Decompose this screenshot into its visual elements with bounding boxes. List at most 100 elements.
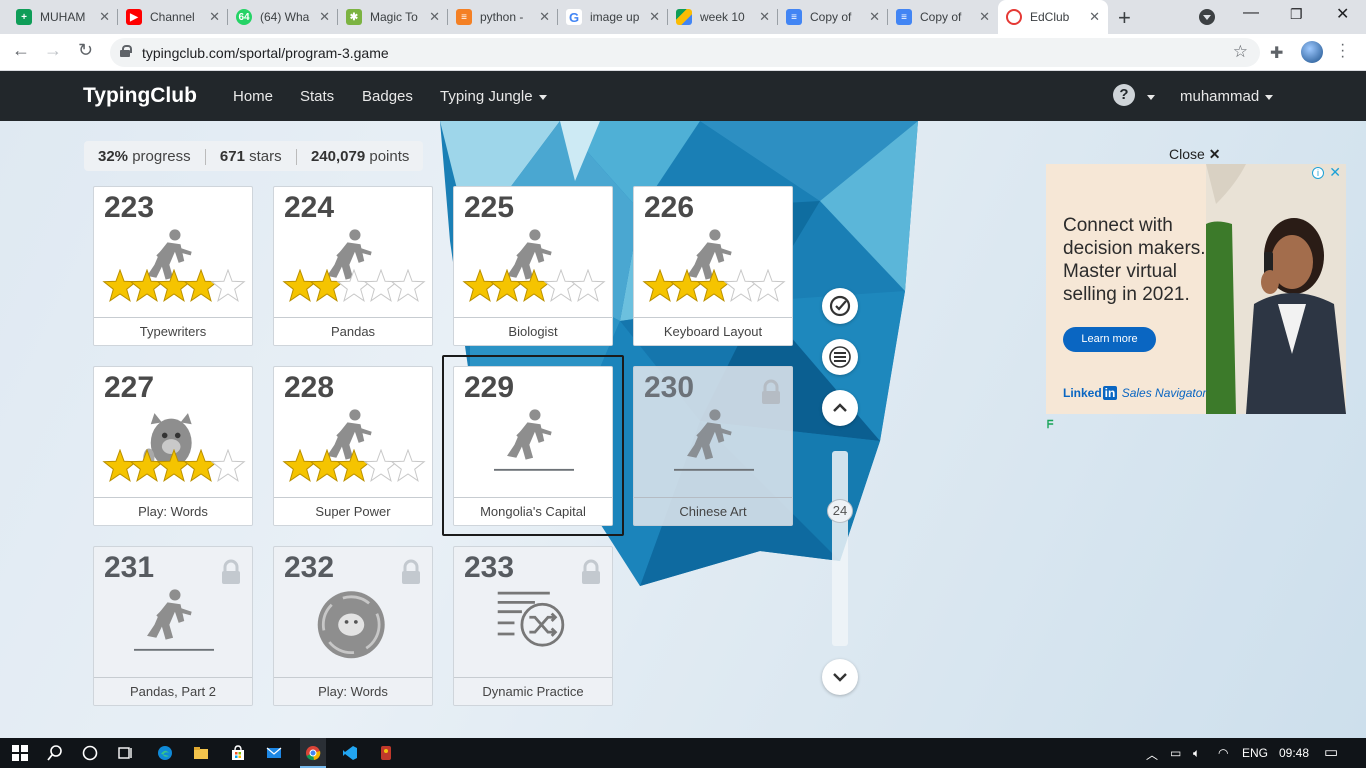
browser-tab[interactable]: ≡ python - ✕ — [448, 0, 558, 34]
scroll-position-indicator[interactable]: 24 — [827, 499, 853, 523]
scroll-up-button[interactable] — [822, 390, 858, 426]
user-menu[interactable]: muhammad — [1180, 88, 1274, 105]
freestar-icon[interactable]: ᖴ — [1047, 419, 1054, 432]
lesson-number: 226 — [644, 191, 695, 224]
lesson-title: Pandas — [274, 317, 432, 345]
close-tab-icon[interactable]: ✕ — [869, 9, 880, 25]
file-explorer-icon[interactable] — [193, 745, 209, 761]
network-battery-icon[interactable]: ▭ — [1170, 746, 1181, 760]
input-language[interactable]: ENG — [1242, 746, 1268, 760]
lesson-card-225[interactable]: 225 Biologist — [453, 186, 613, 346]
lesson-card-228[interactable]: 228 Super Power — [273, 366, 433, 526]
browser-tab[interactable]: 64 (64) Wha ✕ — [228, 0, 338, 34]
lesson-number: 232 — [284, 551, 335, 584]
new-tab-button[interactable]: + — [1118, 5, 1131, 31]
completed-filter-button[interactable] — [822, 288, 858, 324]
lesson-title: Pandas, Part 2 — [94, 677, 252, 705]
google-docs-icon: ≡ — [896, 9, 912, 25]
minimize-button[interactable]: — — [1243, 4, 1259, 22]
scroll-down-button[interactable] — [822, 659, 858, 695]
lock-icon — [222, 559, 240, 584]
nav-typing-jungle[interactable]: Typing Jungle — [440, 88, 547, 105]
task-view-icon[interactable] — [118, 745, 134, 761]
game-ball-icon — [317, 591, 385, 659]
close-tab-icon[interactable]: ✕ — [319, 9, 330, 25]
close-tab-icon[interactable]: ✕ — [209, 9, 220, 25]
nav-stats[interactable]: Stats — [300, 88, 334, 105]
reload-icon[interactable]: ↻ — [78, 40, 93, 61]
windows-start-icon[interactable] — [12, 745, 28, 761]
app-icon[interactable] — [378, 745, 394, 761]
advertisement[interactable]: Connect with decision makers. Master vir… — [1046, 164, 1346, 414]
chevron-down-icon[interactable] — [1147, 95, 1155, 100]
address-bar[interactable]: typingclub.com/sportal/program-3.game ☆ — [110, 38, 1260, 67]
help-icon[interactable]: ? — [1113, 84, 1135, 106]
browser-tab[interactable]: ✱ Magic To ✕ — [338, 0, 448, 34]
lesson-title: Dynamic Practice — [454, 677, 612, 705]
window-close-button[interactable]: ✕ — [1336, 4, 1349, 24]
browser-tab-active[interactable]: EdClub ✕ — [998, 0, 1108, 34]
lesson-card-230[interactable]: 230 Chinese Art — [633, 366, 793, 526]
ad-close-button[interactable]: Close ✕ — [1169, 146, 1220, 163]
microsoft-store-icon[interactable] — [230, 745, 246, 761]
lesson-card-224[interactable]: 224 Pandas — [273, 186, 433, 346]
close-tab-icon[interactable]: ✕ — [429, 9, 440, 25]
lesson-card-226[interactable]: 226 Keyboard Layout — [633, 186, 793, 346]
edclub-icon — [1006, 9, 1022, 25]
back-icon[interactable]: ← — [12, 40, 30, 61]
lesson-map: 32% progress 671 stars 240,079 points 22… — [0, 121, 1366, 738]
adchoices-icon[interactable]: i — [1312, 167, 1324, 179]
lesson-card-231[interactable]: 231 Pandas, Part 2 — [93, 546, 253, 706]
lesson-card-233[interactable]: 233 Dynamic Practice — [453, 546, 613, 706]
mail-icon[interactable] — [266, 745, 282, 761]
close-tab-icon[interactable]: ✕ — [99, 9, 110, 25]
menu-button[interactable] — [822, 339, 858, 375]
bookmark-star-icon[interactable]: ☆ — [1233, 42, 1248, 62]
search-icon[interactable] — [47, 745, 63, 761]
chevron-up-icon[interactable]: ︿ — [1146, 746, 1158, 763]
browser-tab[interactable]: week 10 ✕ — [668, 0, 778, 34]
browser-tab[interactable]: ≡ Copy of ✕ — [888, 0, 998, 34]
extensions-puzzle-icon[interactable]: ✚ — [1270, 43, 1283, 63]
close-tab-icon[interactable]: ✕ — [1089, 9, 1100, 25]
nav-home[interactable]: Home — [233, 88, 273, 105]
browser-tab[interactable]: ≡ Copy of ✕ — [778, 0, 888, 34]
ad-dismiss-icon[interactable]: ✕ — [1329, 164, 1341, 181]
ad-learn-more-button[interactable]: Learn more — [1063, 327, 1156, 352]
lock-icon — [582, 559, 600, 584]
brand-logo[interactable]: TypingClub — [83, 84, 197, 108]
restore-button[interactable]: ❐ — [1290, 6, 1303, 23]
close-tab-icon[interactable]: ✕ — [759, 9, 770, 25]
close-tab-icon[interactable]: ✕ — [539, 9, 550, 25]
ad-headline: Connect with decision makers. Master vir… — [1063, 215, 1206, 305]
linkedin-brand: Linked in Sales Navigator — [1063, 386, 1206, 400]
lesson-scroll-track[interactable] — [832, 451, 848, 646]
browser-menu-icon[interactable]: · · · — [1340, 37, 1345, 65]
forward-icon[interactable]: → — [44, 40, 62, 61]
close-tab-icon[interactable]: ✕ — [649, 9, 660, 25]
lesson-card-232[interactable]: 232 Play: Words — [273, 546, 433, 706]
profile-avatar[interactable] — [1301, 41, 1323, 63]
chrome-icon[interactable] — [305, 745, 321, 761]
url-text[interactable]: typingclub.com/sportal/program-3.game — [142, 45, 389, 61]
vscode-icon[interactable] — [342, 745, 358, 761]
notifications-icon[interactable]: ▭ — [1324, 743, 1338, 761]
browser-tab[interactable]: G image up ✕ — [558, 0, 668, 34]
browser-tab[interactable]: ▶ Channel ✕ — [118, 0, 228, 34]
browser-tab[interactable]: + MUHAM ✕ — [8, 0, 118, 34]
wifi-icon[interactable]: ◠ — [1218, 746, 1228, 760]
close-tab-icon[interactable]: ✕ — [979, 9, 990, 25]
progress-label: progress — [132, 148, 191, 165]
lock-icon[interactable] — [120, 45, 132, 57]
windows-taskbar: ︿ ▭ 🔈︎ ◠ ENG 09:48 ▭ — [0, 738, 1366, 768]
nav-badges[interactable]: Badges — [362, 88, 413, 105]
lesson-card-223[interactable]: 223 Typewriters — [93, 186, 253, 346]
edge-icon[interactable] — [157, 745, 173, 761]
site-navbar: TypingClub Home Stats Badges Typing Jung… — [0, 71, 1366, 121]
stars-count: 671 — [219, 148, 245, 165]
tab-search-button[interactable] — [1199, 9, 1215, 25]
volume-icon[interactable]: 🔈︎ — [1193, 746, 1200, 761]
cortana-icon[interactable] — [82, 745, 98, 761]
clock[interactable]: 09:48 — [1279, 746, 1309, 760]
lesson-card-227[interactable]: 227 Play: Words — [93, 366, 253, 526]
